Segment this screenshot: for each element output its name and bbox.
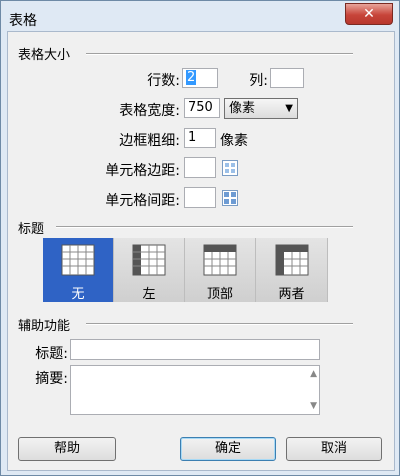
cols-input[interactable] <box>270 68 304 88</box>
border-unit-label: 像素 <box>220 133 248 149</box>
header-both-button[interactable]: 两者 <box>256 238 328 302</box>
cell-padding-input[interactable] <box>184 157 216 178</box>
dialog-title: 表格 <box>9 13 37 29</box>
cell-spacing-input[interactable] <box>184 187 216 208</box>
border-thickness-label: 边框粗细: <box>119 133 180 149</box>
table-left-header-icon <box>132 244 166 276</box>
width-unit-select[interactable]: 像素 ▼ <box>224 98 298 119</box>
table-dialog: 表格 ✕ 表格大小 行数: 2 列: 表格宽度: 750 像素 ▼ 边框粗细: … <box>0 0 400 476</box>
header-none-button[interactable]: 无 <box>43 238 114 302</box>
divider <box>86 53 353 55</box>
cell-padding-icon <box>222 160 238 176</box>
header-left-button[interactable]: 左 <box>114 238 185 302</box>
table-width-label: 表格宽度: <box>119 103 180 119</box>
rows-label: 行数: <box>147 73 180 89</box>
cell-padding-label: 单元格边距: <box>105 163 180 179</box>
summary-textarea[interactable]: ▲ ▼ <box>70 365 320 415</box>
header-heading: 标题 <box>18 222 45 237</box>
scroll-down-icon[interactable]: ▼ <box>310 401 317 411</box>
divider <box>86 323 353 325</box>
width-unit-value: 像素 <box>229 101 256 116</box>
ok-button[interactable]: 确定 <box>180 437 276 461</box>
dialog-body: 表格大小 行数: 2 列: 表格宽度: 750 像素 ▼ 边框粗细: 1 像素 … <box>7 31 395 471</box>
close-button[interactable]: ✕ <box>345 3 393 25</box>
divider <box>56 226 353 228</box>
table-none-icon <box>61 244 95 276</box>
caption-label: 标题: <box>35 346 68 362</box>
table-width-input[interactable]: 750 <box>184 98 220 118</box>
scroll-up-icon[interactable]: ▲ <box>310 369 317 379</box>
cancel-button[interactable]: 取消 <box>286 437 382 461</box>
header-top-button[interactable]: 顶部 <box>185 238 256 302</box>
table-both-header-icon <box>275 244 308 276</box>
rows-value: 2 <box>186 70 197 85</box>
header-both-label: 两者 <box>278 287 305 302</box>
rows-input[interactable]: 2 <box>182 68 218 88</box>
cell-spacing-icon <box>222 190 238 206</box>
table-size-heading: 表格大小 <box>18 48 71 63</box>
help-button[interactable]: 帮助 <box>18 437 116 461</box>
accessibility-heading: 辅助功能 <box>18 319 71 334</box>
caption-input[interactable] <box>70 339 320 360</box>
table-top-header-icon <box>203 244 237 276</box>
chevron-down-icon: ▼ <box>285 103 293 114</box>
summary-label: 摘要: <box>35 371 68 387</box>
header-none-label: 无 <box>71 287 85 302</box>
close-icon: ✕ <box>363 6 375 22</box>
cell-spacing-label: 单元格间距: <box>105 193 180 209</box>
border-thickness-input[interactable]: 1 <box>184 128 216 148</box>
header-left-label: 左 <box>142 287 156 302</box>
cols-label: 列: <box>249 73 268 89</box>
header-top-label: 顶部 <box>206 287 233 302</box>
